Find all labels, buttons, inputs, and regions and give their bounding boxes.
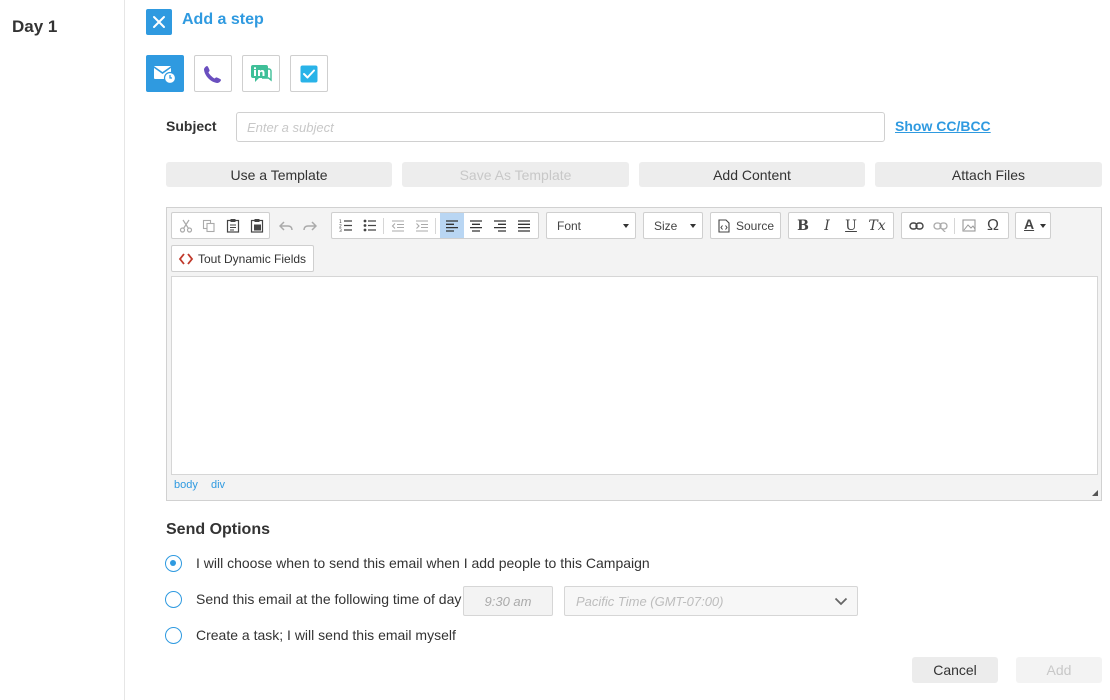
attach-files-button[interactable]: Attach Files (875, 162, 1102, 187)
linkedin-step-button[interactable] (242, 55, 280, 92)
chevron-down-icon (834, 597, 848, 606)
redo-icon[interactable] (298, 213, 322, 238)
undo-icon[interactable] (274, 213, 298, 238)
close-step-button[interactable] (146, 9, 172, 35)
use-template-button[interactable]: Use a Template (166, 162, 392, 187)
day-label: Day 1 (12, 17, 58, 36)
basic-styles-toolbar-group: B I U Tx (788, 212, 894, 239)
show-cc-bcc-link[interactable]: Show CC/BCC (895, 118, 991, 134)
close-icon (153, 16, 165, 28)
remove-format-button[interactable]: Tx (865, 213, 889, 238)
source-button[interactable]: Source (710, 212, 781, 239)
align-center-icon[interactable] (464, 213, 488, 238)
rich-text-editor: 123 Font Size Source B I U Tx Ω A Tout D… (166, 207, 1102, 501)
chevron-down-icon (623, 224, 629, 228)
unlink-icon[interactable] (928, 213, 952, 238)
send-option-label-manual: I will choose when to send this email wh… (196, 555, 650, 571)
text-color-label: A (1024, 216, 1035, 232)
send-time-input[interactable]: 9:30 am (463, 586, 553, 616)
font-select-label: Font (557, 219, 582, 233)
bullet-list-icon[interactable] (358, 213, 382, 238)
svg-text:3: 3 (339, 228, 342, 232)
source-label: Source (736, 219, 775, 233)
paste-word-icon[interactable] (245, 213, 269, 238)
element-path-div[interactable]: div (211, 479, 225, 491)
indent-icon[interactable] (410, 213, 434, 238)
chevron-down-icon (690, 224, 696, 228)
call-step-button[interactable] (194, 55, 232, 92)
align-left-icon[interactable] (440, 213, 464, 238)
paste-icon[interactable] (221, 213, 245, 238)
source-icon (718, 219, 730, 233)
send-option-radio-task[interactable] (165, 627, 182, 644)
toolbar-separator (954, 218, 955, 234)
cancel-button[interactable]: Cancel (912, 657, 998, 683)
linkedin-chat-icon (251, 64, 272, 82)
code-brackets-icon (178, 252, 194, 265)
task-step-button[interactable] (290, 55, 328, 92)
subject-label: Subject (166, 118, 217, 134)
checkbox-icon (300, 65, 318, 82)
insert-toolbar-group: Ω (901, 212, 1009, 239)
add-content-button[interactable]: Add Content (639, 162, 865, 187)
dynamic-fields-label: Tout Dynamic Fields (198, 251, 307, 266)
toolbar-separator (383, 218, 384, 234)
element-path-body[interactable]: body (174, 479, 198, 491)
copy-icon[interactable] (197, 213, 221, 238)
toolbar-separator (435, 218, 436, 234)
underline-button[interactable]: U (839, 213, 863, 238)
chevron-down-icon (1040, 224, 1046, 228)
email-clock-icon (153, 65, 177, 84)
add-step-title: Add a step (182, 11, 264, 28)
send-option-label-task: Create a task; I will send this email my… (196, 627, 456, 643)
outdent-icon[interactable] (386, 213, 410, 238)
send-option-radio-time-of-day[interactable] (165, 591, 182, 608)
timezone-select[interactable]: Pacific Time (GMT-07:00) (564, 586, 858, 616)
resize-handle-icon[interactable] (1092, 490, 1098, 496)
email-body-editor[interactable] (171, 276, 1098, 475)
phone-icon (204, 65, 221, 83)
text-color-button[interactable]: A (1015, 212, 1051, 239)
image-icon[interactable] (957, 213, 981, 238)
timezone-value: Pacific Time (GMT-07:00) (576, 593, 724, 609)
bold-button[interactable]: B (791, 213, 815, 238)
paragraph-toolbar-group: 123 (331, 212, 539, 239)
font-select[interactable]: Font (546, 212, 636, 239)
italic-button[interactable]: I (815, 213, 839, 238)
email-step-button[interactable] (146, 55, 184, 92)
day-column: Day 1 (0, 0, 125, 700)
save-as-template-button[interactable]: Save As Template (402, 162, 629, 187)
align-right-icon[interactable] (488, 213, 512, 238)
tout-dynamic-fields-button[interactable]: Tout Dynamic Fields (171, 245, 314, 272)
size-select[interactable]: Size (643, 212, 703, 239)
numbered-list-icon[interactable]: 123 (334, 213, 358, 238)
add-button[interactable]: Add (1016, 657, 1102, 683)
send-option-radio-manual[interactable] (165, 555, 182, 572)
size-select-label: Size (654, 219, 678, 233)
subject-input[interactable] (236, 112, 885, 142)
send-options-title: Send Options (166, 521, 270, 538)
link-icon[interactable] (904, 213, 928, 238)
cut-icon[interactable] (174, 213, 198, 238)
special-character-button[interactable]: Ω (981, 213, 1005, 238)
align-justify-icon[interactable] (512, 213, 536, 238)
send-option-label-time-of-day: Send this email at the following time of… (196, 591, 462, 607)
clipboard-toolbar-group (171, 212, 270, 239)
